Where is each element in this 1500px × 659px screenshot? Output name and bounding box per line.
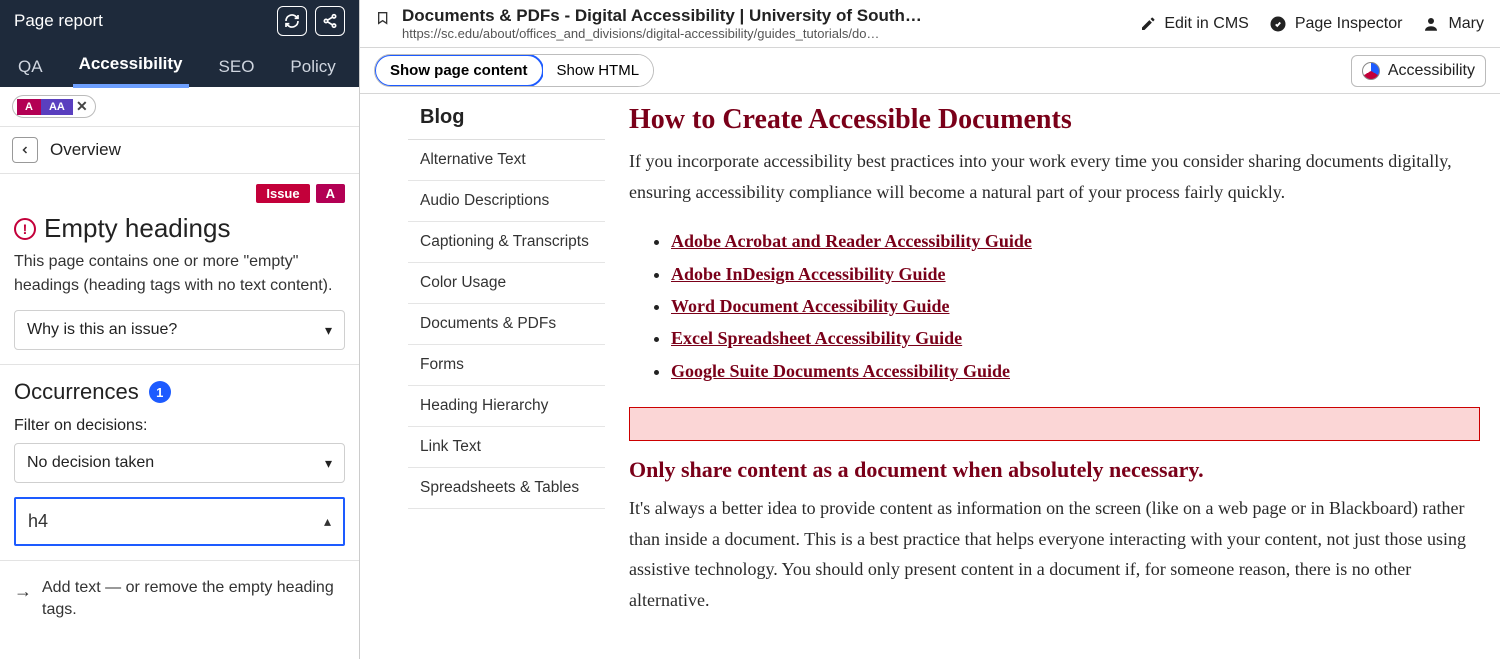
chevron-down-icon: ▾ xyxy=(325,322,332,339)
occurrences-title: Occurrences xyxy=(14,379,139,405)
sidebar-title: Page report xyxy=(14,11,103,31)
issue-badges: Issue A xyxy=(0,174,359,213)
view-segment: Show page content Show HTML xyxy=(374,54,654,87)
page-inspector-label: Page Inspector xyxy=(1295,15,1403,33)
guide-link[interactable]: Adobe Acrobat and Reader Accessibility G… xyxy=(671,231,1032,251)
occurrences-count: 1 xyxy=(149,381,171,403)
refresh-icon xyxy=(284,13,300,29)
blog-nav-list: Alternative Text Audio Descriptions Capt… xyxy=(408,139,605,509)
accessibility-icon xyxy=(1362,62,1380,80)
edit-in-cms[interactable]: Edit in CMS xyxy=(1140,15,1248,33)
occurrence-item-label: h4 xyxy=(28,511,48,532)
back-button[interactable] xyxy=(12,137,38,163)
issue-block: ! Empty headings This page contains one … xyxy=(0,213,359,365)
guide-link-list: Adobe Acrobat and Reader Accessibility G… xyxy=(671,225,1480,387)
blog-nav-item[interactable]: Link Text xyxy=(408,427,605,468)
arrow-right-icon: → xyxy=(14,579,32,622)
guide-link-item: Excel Spreadsheet Accessibility Guide xyxy=(671,322,1480,354)
chevron-up-icon: ▴ xyxy=(324,513,331,530)
blog-nav-item[interactable]: Audio Descriptions xyxy=(408,181,605,222)
guide-link[interactable]: Word Document Accessibility Guide xyxy=(671,296,950,316)
tab-qa[interactable]: QA xyxy=(12,49,49,87)
blog-nav-item[interactable]: Forms xyxy=(408,345,605,386)
document-title: Documents & PDFs - Digital Accessibility… xyxy=(402,6,922,26)
empty-heading-highlight[interactable] xyxy=(629,407,1480,441)
page-preview: Blog Alternative Text Audio Descriptions… xyxy=(360,94,1500,659)
article-heading: How to Create Accessible Documents xyxy=(629,104,1480,136)
guide-link[interactable]: Excel Spreadsheet Accessibility Guide xyxy=(671,328,962,348)
conformance-pill[interactable]: A AA ✕ xyxy=(12,95,96,118)
page-inspector[interactable]: Page Inspector xyxy=(1269,15,1403,33)
blog-nav-item[interactable]: Color Usage xyxy=(408,263,605,304)
level-aa-badge: AA xyxy=(41,99,73,115)
issue-description: This page contains one or more "empty" h… xyxy=(14,250,345,298)
topbar: Documents & PDFs - Digital Accessibility… xyxy=(360,0,1500,48)
issue-title: Empty headings xyxy=(44,213,230,244)
tab-seo[interactable]: SEO xyxy=(213,49,261,87)
clear-filter-icon[interactable]: ✕ xyxy=(73,98,91,115)
guide-link[interactable]: Adobe InDesign Accessibility Guide xyxy=(671,264,946,284)
blog-nav: Blog Alternative Text Audio Descriptions… xyxy=(360,94,605,659)
user-name: Mary xyxy=(1448,15,1484,33)
alert-icon: ! xyxy=(14,218,36,240)
accessibility-chip[interactable]: Accessibility xyxy=(1351,55,1486,87)
why-issue-expander[interactable]: Why is this an issue? ▾ xyxy=(14,310,345,350)
blog-nav-item[interactable]: Alternative Text xyxy=(408,140,605,181)
overview-label[interactable]: Overview xyxy=(50,140,121,160)
user-menu[interactable]: Mary xyxy=(1422,15,1484,33)
chevron-down-icon: ▾ xyxy=(325,455,332,472)
why-issue-label: Why is this an issue? xyxy=(27,321,177,339)
chevron-left-icon xyxy=(19,144,31,156)
issue-badge: Issue xyxy=(256,184,309,203)
main-area: Documents & PDFs - Digital Accessibility… xyxy=(360,0,1500,659)
article-paragraph: It's always a better idea to provide con… xyxy=(629,493,1480,615)
accessibility-chip-label: Accessibility xyxy=(1388,62,1475,80)
occurrence-item[interactable]: h4 ▴ xyxy=(14,497,345,546)
conformance-filter: A AA ✕ xyxy=(0,87,359,126)
user-icon xyxy=(1422,15,1440,33)
share-icon xyxy=(322,13,338,29)
guide-link-item: Adobe Acrobat and Reader Accessibility G… xyxy=(671,225,1480,257)
bookmark-icon[interactable] xyxy=(376,10,392,29)
decision-filter-value: No decision taken xyxy=(27,454,154,472)
guide-link-item: Word Document Accessibility Guide xyxy=(671,290,1480,322)
share-button[interactable] xyxy=(315,6,345,36)
tab-policy[interactable]: Policy xyxy=(284,49,341,87)
decision-filter-select[interactable]: No decision taken ▾ xyxy=(14,443,345,483)
level-a-badge: A xyxy=(17,99,41,115)
breadcrumb-row: Overview xyxy=(0,126,359,174)
tab-accessibility[interactable]: Accessibility xyxy=(73,46,189,88)
page-report-sidebar: Page report QA Accessibility SEO Policy … xyxy=(0,0,360,659)
guide-link-item: Adobe InDesign Accessibility Guide xyxy=(671,258,1480,290)
blog-nav-item[interactable]: Documents & PDFs xyxy=(408,304,605,345)
issue-level-badge: A xyxy=(316,184,345,203)
guide-link[interactable]: Google Suite Documents Accessibility Gui… xyxy=(671,361,1010,381)
refresh-button[interactable] xyxy=(277,6,307,36)
filter-label: Filter on decisions: xyxy=(14,417,345,435)
occurrences-section: Occurrences 1 Filter on decisions: No de… xyxy=(0,365,359,560)
check-circle-icon xyxy=(1269,15,1287,33)
occurrence-hint: → Add text — or remove the empty heading… xyxy=(0,560,359,638)
view-toolbar: Show page content Show HTML Accessibilit… xyxy=(360,48,1500,94)
pencil-icon xyxy=(1140,16,1156,32)
blog-nav-heading: Blog xyxy=(408,106,605,139)
show-html-button[interactable]: Show HTML xyxy=(543,55,654,86)
occurrences-title-row: Occurrences 1 xyxy=(14,379,345,405)
guide-link-item: Google Suite Documents Accessibility Gui… xyxy=(671,355,1480,387)
show-page-content-button[interactable]: Show page content xyxy=(374,54,544,87)
blog-nav-item[interactable]: Heading Hierarchy xyxy=(408,386,605,427)
occurrence-hint-text: Add text — or remove the empty heading t… xyxy=(42,577,345,622)
article-subheading: Only share content as a document when ab… xyxy=(629,457,1480,483)
blog-nav-item[interactable]: Captioning & Transcripts xyxy=(408,222,605,263)
document-url: https://sc.edu/about/offices_and_divisio… xyxy=(402,26,922,41)
article-paragraph: If you incorporate accessibility best pr… xyxy=(629,146,1480,207)
sidebar-tabs: QA Accessibility SEO Policy xyxy=(0,42,359,87)
document-meta: Documents & PDFs - Digital Accessibility… xyxy=(376,6,1120,41)
edit-in-cms-label: Edit in CMS xyxy=(1164,15,1248,33)
blog-nav-item[interactable]: Spreadsheets & Tables xyxy=(408,468,605,509)
sidebar-header: Page report QA Accessibility SEO Policy xyxy=(0,0,359,87)
issue-title-row: ! Empty headings xyxy=(14,213,345,244)
article-body: How to Create Accessible Documents If yo… xyxy=(605,94,1500,659)
